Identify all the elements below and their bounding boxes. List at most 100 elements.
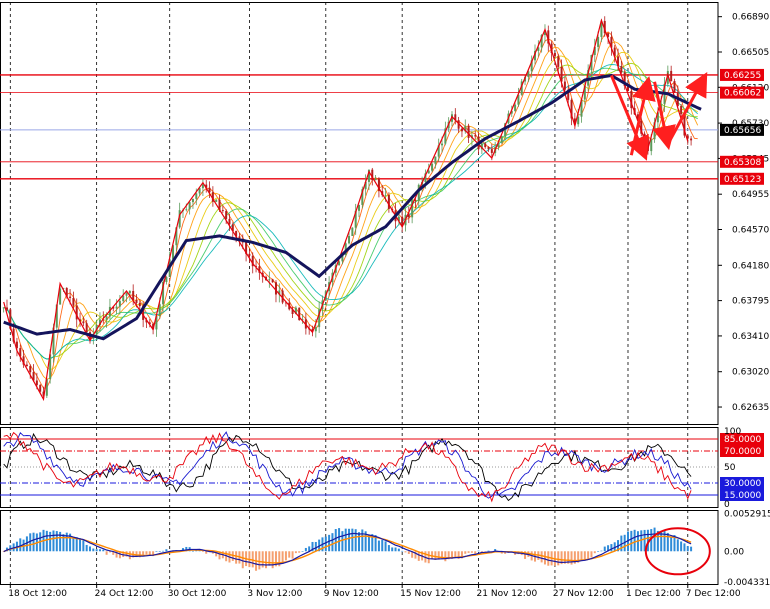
level-label: 0.66255	[724, 71, 761, 81]
price-axis-label: 0.64180	[732, 261, 769, 271]
time-axis-label: 3 Nov 12:00	[247, 589, 302, 599]
macd-axis-label: -0.0043313	[724, 578, 770, 588]
macd-histogram-bar	[604, 547, 606, 552]
candle-body	[554, 53, 556, 56]
time-axis-label: 27 Nov 12:00	[553, 589, 614, 599]
candle-body	[36, 381, 38, 386]
price-axis-label: 0.63020	[732, 368, 769, 378]
macd-histogram-bar	[341, 531, 343, 551]
macd-histogram-bar	[165, 549, 167, 551]
macd-histogram-bar	[162, 551, 164, 552]
oscillator-axis-label: 100	[724, 427, 741, 437]
macd-histogram-bar	[687, 546, 689, 551]
candle-body	[275, 282, 277, 294]
macd-histogram-bar	[677, 539, 679, 551]
candle-body	[189, 202, 191, 209]
candle-body	[248, 254, 250, 256]
macd-histogram-bar	[590, 551, 592, 557]
candle-body	[431, 164, 433, 171]
macd-histogram-bar	[361, 529, 363, 551]
macd-histogram-bar	[488, 551, 490, 552]
macd-histogram-bar	[33, 533, 35, 552]
time-axis-label: 15 Nov 12:00	[400, 589, 461, 599]
candle-body	[126, 293, 128, 295]
macd-histogram-bar	[378, 541, 380, 552]
macd-histogram-bar	[381, 540, 383, 551]
macd-histogram-bar	[86, 545, 88, 551]
macd-histogram-bar	[106, 551, 108, 555]
macd-histogram-bar	[634, 530, 636, 551]
candle-body	[3, 307, 5, 308]
macd-histogram-bar	[355, 529, 357, 551]
macd-histogram-bar	[192, 551, 194, 552]
macd-histogram-bar	[454, 551, 456, 557]
macd-histogram-bar	[272, 551, 274, 568]
macd-histogram-bar	[202, 551, 204, 552]
price-axis-label: 0.66505	[732, 48, 769, 58]
macd-histogram-bar	[587, 551, 589, 559]
candle-body	[202, 185, 204, 189]
macd-histogram-bar	[102, 550, 104, 552]
chart-canvas: 0.668900.665050.661200.657300.653450.649…	[0, 0, 770, 605]
macd-histogram-bar	[401, 551, 403, 552]
macd-histogram-bar	[404, 551, 406, 552]
price-axis-label: 0.63410	[732, 332, 769, 342]
macd-histogram-bar	[610, 544, 612, 551]
macd-histogram-bar	[335, 529, 337, 551]
candle-body	[690, 139, 692, 141]
macd-histogram-bar	[683, 543, 685, 551]
macd-histogram-bar	[541, 551, 543, 562]
macd-histogram-bar	[89, 546, 91, 551]
forex-chart: 0.668900.665050.661200.657300.653450.649…	[0, 0, 770, 605]
macd-histogram-bar	[92, 549, 94, 552]
macd-histogram-bar	[328, 535, 330, 551]
time-axis-label: 9 Nov 12:00	[324, 589, 379, 599]
macd-histogram-bar	[99, 549, 101, 551]
macd-histogram-bar	[670, 537, 672, 552]
macd-histogram-bar	[331, 533, 333, 551]
macd-histogram-bar	[235, 551, 237, 563]
candle-body	[461, 129, 463, 132]
candle-body	[106, 316, 108, 320]
macd-histogram-bar	[56, 531, 58, 551]
macd-histogram-bar	[268, 551, 270, 566]
macd-histogram-bar	[72, 538, 74, 551]
macd-histogram-bar	[408, 551, 410, 554]
candle-body	[491, 149, 493, 153]
oscillator-level-label: 70.0000	[724, 447, 761, 457]
candle-body	[86, 323, 88, 332]
macd-histogram-bar	[82, 540, 84, 551]
candle-body	[441, 144, 443, 146]
time-axis-label: 30 Oct 12:00	[168, 589, 227, 599]
candle-body	[501, 137, 503, 143]
macd-histogram-bar	[49, 532, 51, 551]
time-axis-label: 21 Nov 12:00	[477, 589, 538, 599]
candle-body	[673, 81, 675, 92]
macd-histogram-bar	[52, 530, 54, 551]
candle-body	[215, 200, 217, 202]
candle-body	[468, 126, 470, 138]
macd-histogram-bar	[258, 551, 260, 569]
macd-histogram-bar	[305, 548, 307, 551]
macd-histogram-bar	[471, 551, 473, 553]
macd-histogram-bar	[444, 551, 446, 561]
candle-body	[135, 300, 137, 303]
oscillator-axis-label: 0	[724, 500, 730, 510]
candle-body	[26, 365, 28, 366]
time-axis-label: 7 Dec 12:00	[686, 589, 741, 599]
candle-body	[272, 279, 274, 282]
macd-axis-label: 0.00	[724, 547, 744, 557]
candle-body	[557, 56, 559, 67]
oscillator-level-label: 30.0000	[724, 479, 761, 489]
macd-histogram-bar	[205, 551, 207, 553]
macd-histogram-bar	[391, 547, 393, 551]
macd-histogram-bar	[46, 531, 48, 551]
candle-body	[225, 211, 227, 219]
candle-body	[129, 291, 131, 293]
macd-histogram-bar	[667, 533, 669, 551]
macd-histogram-bar	[79, 538, 81, 551]
time-axis-label: 18 Oct 12:00	[8, 589, 67, 599]
candle-body	[29, 366, 31, 372]
price-axis-label: 0.62635	[732, 403, 769, 413]
macd-histogram-bar	[242, 551, 244, 568]
